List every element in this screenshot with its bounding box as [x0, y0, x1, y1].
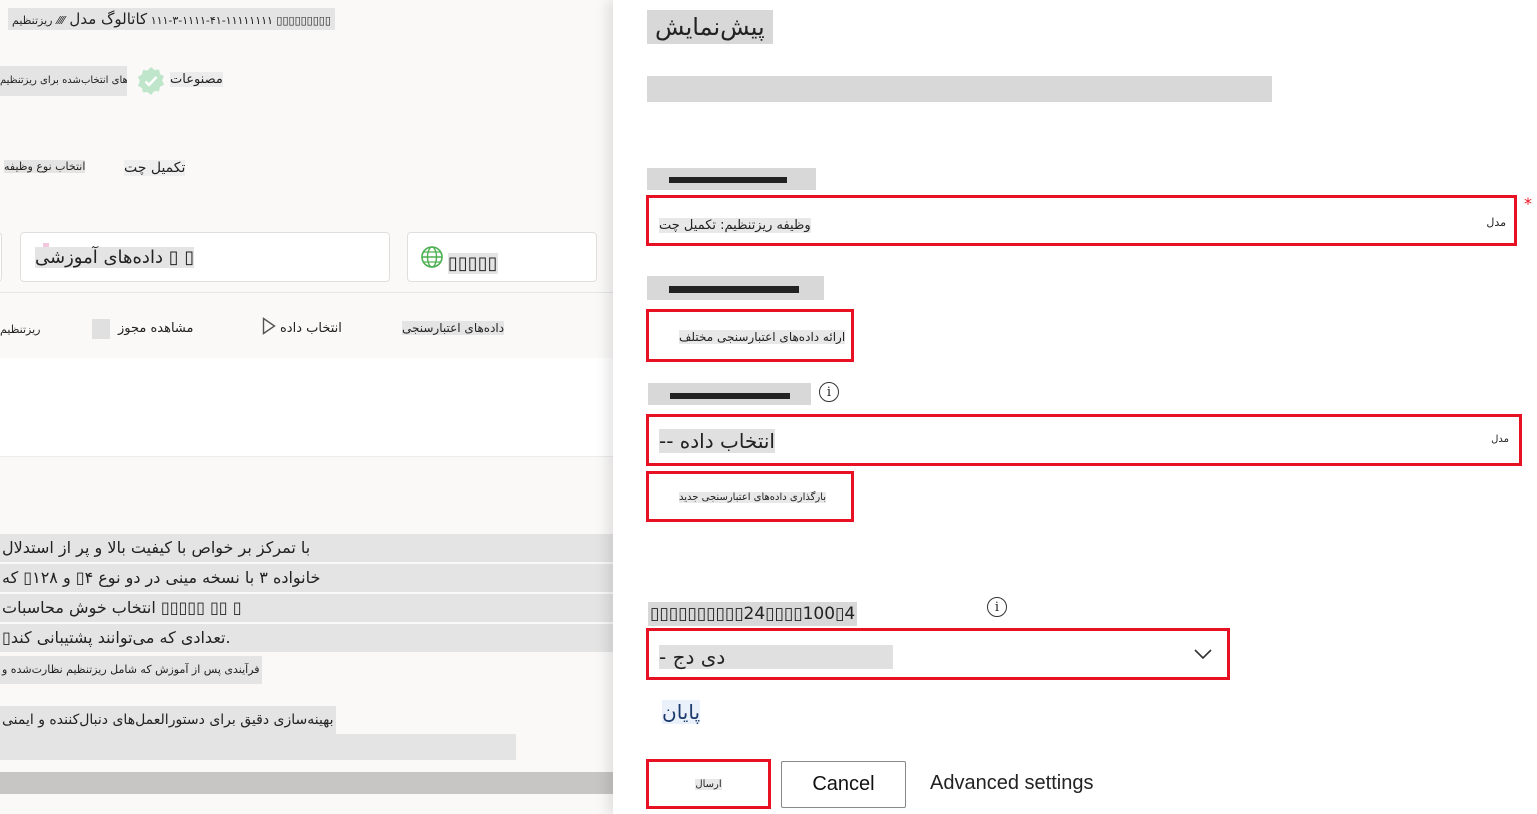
card-edge [0, 232, 2, 282]
model-catalog-page: کاتالوگ مدل ⁄⁄⁄⁄ ریزتنظیم ‎۱۱۱-۳-۱۱۱۱-۴۱… [0, 0, 613, 814]
description-line-4: ▯تعدادی که می‌توانند پشتیبانی کند. [0, 624, 613, 652]
training-data-marks: ▯ ▯ [168, 247, 195, 268]
artifacts-row: مدل‌های انتخاب‌شده برای ریزتنظیم مصنوعات [0, 66, 613, 96]
task-field-box[interactable]: وظیفه ریزتنظیم: تکمیل چت مدل [646, 195, 1517, 246]
panel-title: پیش‌نمایش [647, 10, 773, 44]
advanced-settings-link[interactable]: Advanced settings [930, 772, 1093, 795]
required-marker: * [1524, 194, 1532, 213]
tab-finetune[interactable]: ریزتنظیم [0, 323, 41, 336]
breadcrumb-catalog[interactable]: کاتالوگ مدل [69, 10, 147, 28]
content-band [0, 358, 613, 400]
selected-models-text: مدل‌های انتخاب‌شده برای ریزتنظیم [0, 66, 127, 96]
breadcrumb-separator: ⁄⁄⁄⁄ [57, 14, 65, 27]
description-redacted [0, 734, 516, 760]
verified-badge-icon [136, 66, 166, 96]
training-field-label [647, 276, 824, 300]
breadcrumb: کاتالوگ مدل ⁄⁄⁄⁄ ریزتنظیم ‎۱۱۱-۳-۱۱۱۱-۴۱… [8, 8, 335, 30]
finetune-side-panel: پیش‌نمایش * وظیفه ریزتنظیم: تکمیل چت مدل… [613, 0, 1537, 814]
epochs-dropdown[interactable]: - دی دج [646, 628, 1230, 680]
horizontal-scrollbar[interactable] [0, 772, 613, 794]
task-field-suffix: مدل [1486, 216, 1506, 229]
tab-view-license[interactable]: مشاهده مجوز [118, 321, 194, 336]
description-line-1: با تمرکز بر خواص با کیفیت بالا و پر از ا… [0, 534, 613, 562]
tab-validation-data[interactable]: داده‌های اعتبارسنجی [402, 321, 505, 335]
web-card[interactable]: ▯▯▯▯▯ [407, 232, 597, 282]
description-line-3: انتخاب خوش محاسبات ▯▯▯▯▯ ▯▯ ▯ [0, 594, 613, 622]
training-data-box-text: ارائه داده‌های اعتبارسنجی مختلف [679, 330, 846, 344]
description-line-6: بهینه‌سازی دقیق برای دستورالعمل‌های دنبا… [0, 706, 336, 734]
upload-validation-text: بارگذاری داده‌های اعتبارسنجی جدید [679, 492, 827, 503]
submit-button[interactable]: ارسال [646, 759, 771, 809]
globe-icon [420, 245, 444, 273]
training-data-box[interactable]: ارائه داده‌های اعتبارسنجی مختلف [646, 309, 854, 362]
epochs-dropdown-value: - دی دج [659, 645, 893, 669]
chevron-down-icon [1193, 646, 1213, 665]
task-field-value: وظیفه ریزتنظیم: تکمیل چت [659, 218, 811, 233]
training-data-card[interactable]: داده‌های آموزشی ▯ ▯ [20, 232, 390, 282]
tab-strip: ریزتنظیم مشاهده مجوز انتخاب داده داده‌ها… [0, 292, 613, 359]
training-data-label: داده‌های آموزشی [35, 247, 163, 268]
cancel-button[interactable]: Cancel [781, 761, 906, 808]
task-type-label: انتخاب نوع وظیفه [4, 160, 86, 173]
validation-select-value: -- انتخاب داده [659, 429, 775, 453]
task-field-label [647, 168, 816, 190]
tab-select-data[interactable]: انتخاب داده [280, 321, 342, 336]
validation-select-suffix: مدل [1491, 434, 1509, 445]
play-icon [262, 317, 276, 339]
task-type-value: تکمیل چت [124, 160, 186, 176]
description-line-5: فرآیندی پس از آموزش که شامل ریزتنظیم نظا… [0, 656, 262, 684]
upload-validation-box[interactable]: بارگذاری داده‌های اعتبارسنجی جدید [646, 471, 854, 522]
submit-button-label: ارسال [695, 778, 722, 790]
end-link[interactable]: پایان [662, 700, 701, 724]
content-band-2 [0, 400, 613, 457]
artifacts-label: مصنوعات [170, 72, 223, 87]
validation-field-label [648, 383, 811, 405]
license-icon [92, 319, 110, 339]
panel-subtitle [647, 76, 1272, 102]
web-card-label: ▯▯▯▯▯ [448, 253, 498, 274]
description-line-2: خانواده ۳ با نسخه مینی در دو نوع ۴▯ و ۱۲… [0, 564, 613, 592]
validation-data-select[interactable]: -- انتخاب داده مدل [646, 414, 1522, 466]
info-icon[interactable]: i [819, 382, 839, 402]
epochs-label: ▯▯▯▯▯▯▯▯▯▯24▯▯▯▯100▯4 [648, 602, 858, 626]
info-icon-2[interactable]: i [987, 597, 1007, 617]
